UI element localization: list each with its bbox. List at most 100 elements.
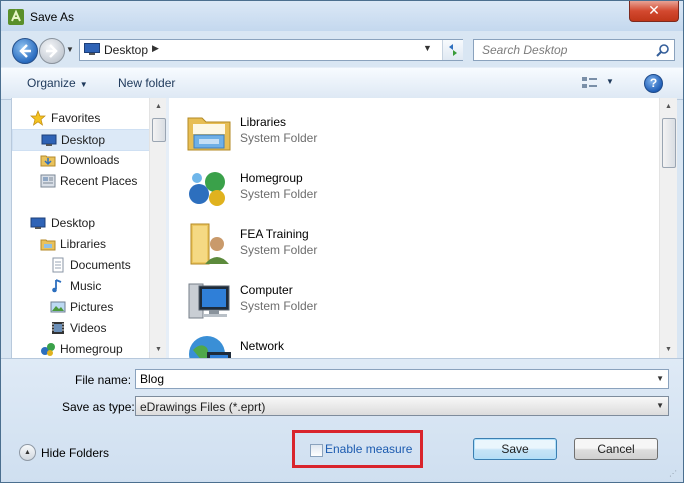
nav-item-label: Recent Places <box>60 174 138 188</box>
file-name-field[interactable]: ▼ <box>135 369 669 389</box>
computer-icon <box>188 283 230 319</box>
nav-item-homegroup[interactable]: Homegroup <box>12 339 150 358</box>
nav-item-favorites[interactable]: Favorites <box>12 108 150 128</box>
homegroup-icon <box>189 172 225 206</box>
scroll-up-icon[interactable]: ▲ <box>660 98 677 115</box>
cancel-button[interactable]: Cancel <box>574 438 658 460</box>
file-name: Homegroup <box>240 171 303 185</box>
file-type: System Folder <box>240 243 318 257</box>
nav-item-label: Videos <box>70 321 107 335</box>
address-location[interactable]: Desktop <box>104 43 148 57</box>
nav-item-videos[interactable]: Videos <box>12 318 150 338</box>
scroll-down-icon[interactable]: ▼ <box>660 341 677 358</box>
network-icon <box>189 336 231 358</box>
forward-button[interactable] <box>39 38 65 64</box>
organize-button[interactable]: Organize ▼ <box>27 76 88 90</box>
file-list-pane: Libraries System Folder Homegroup System… <box>169 98 659 358</box>
chevron-down-icon: ▼ <box>79 80 88 89</box>
file-item-libraries[interactable]: Libraries System Folder <box>185 106 485 158</box>
enable-measure-checkbox[interactable] <box>310 444 323 457</box>
scroll-up-icon[interactable]: ▲ <box>150 98 167 115</box>
help-icon[interactable]: ? <box>644 74 663 93</box>
enable-measure-label[interactable]: Enable measure <box>325 442 412 456</box>
desktop-icon <box>30 217 46 229</box>
file-type: System Folder <box>240 299 318 313</box>
new-folder-button[interactable]: New folder <box>118 76 175 90</box>
nav-item-documents[interactable]: Documents <box>12 255 150 275</box>
videos-icon <box>52 322 64 334</box>
forward-arrow-icon <box>46 44 58 58</box>
nav-item-music[interactable]: Music <box>12 276 150 296</box>
recent-places-icon <box>40 174 56 188</box>
libraries-folder-icon <box>187 117 231 151</box>
close-button[interactable]: ✕ <box>629 1 679 22</box>
file-name: FEA Training <box>240 227 309 241</box>
view-dropdown-icon[interactable]: ▼ <box>606 77 614 86</box>
scrollbar-thumb[interactable] <box>152 118 166 142</box>
file-item-computer[interactable]: Computer System Folder <box>185 274 485 326</box>
title-bar[interactable]: Save As ✕ <box>1 1 683 31</box>
desktop-icon <box>84 43 100 55</box>
chevron-up-icon: ▲ <box>19 444 36 461</box>
search-box[interactable] <box>473 39 675 61</box>
file-item-homegroup[interactable]: Homegroup System Folder <box>185 162 485 214</box>
file-type: System Folder <box>240 131 318 145</box>
address-dropdown-icon[interactable]: ▼ <box>423 43 432 53</box>
organize-label: Organize <box>27 76 76 90</box>
file-name: Libraries <box>240 115 287 129</box>
save-as-type-value: eDrawings Files (*.eprt) <box>140 400 266 414</box>
search-icon[interactable] <box>656 43 670 57</box>
chevron-down-icon: ▼ <box>656 401 664 410</box>
search-input[interactable] <box>474 40 665 60</box>
hide-folders-label: Hide Folders <box>41 446 110 460</box>
navigation-pane: Favorites Desktop Downloads Recent Place… <box>11 98 167 358</box>
nav-item-label: Libraries <box>60 237 107 251</box>
music-icon <box>52 279 62 293</box>
back-button[interactable] <box>12 38 38 64</box>
save-as-dialog: Save As ✕ ▼ Desktop ▶ ▼ Organize▼ <box>0 0 684 483</box>
refresh-button[interactable] <box>442 40 463 60</box>
file-name-label: File name: <box>75 373 132 387</box>
file-type: System Folder <box>240 187 318 201</box>
nav-item-label: Music <box>70 279 102 293</box>
nav-item-label: Favorites <box>51 111 101 125</box>
scroll-down-icon[interactable]: ▼ <box>150 341 167 358</box>
libraries-icon <box>40 239 56 251</box>
address-bar[interactable]: Desktop ▶ ▼ <box>79 39 463 61</box>
documents-icon <box>52 257 64 273</box>
save-as-type-select[interactable]: eDrawings Files (*.eprt) ▼ <box>135 396 669 416</box>
nav-item-label: Pictures <box>70 300 114 314</box>
file-name-input[interactable] <box>136 370 654 388</box>
view-options-icon[interactable] <box>581 75 599 91</box>
homegroup-icon <box>41 343 55 356</box>
recent-locations-dropdown-icon[interactable]: ▼ <box>66 45 76 55</box>
save-button[interactable]: Save <box>473 438 557 460</box>
nav-item-label: Desktop <box>61 133 106 147</box>
desktop-icon <box>41 134 57 146</box>
file-item-network[interactable]: Network <box>185 330 485 358</box>
scrollbar-thumb[interactable] <box>662 118 676 168</box>
file-list-scrollbar[interactable]: ▲ ▼ <box>659 98 677 358</box>
window-title: Save As <box>30 10 75 24</box>
nav-item-label: Homegroup <box>60 342 123 356</box>
file-name-dropdown-icon[interactable]: ▼ <box>656 374 664 383</box>
nav-item-label: Downloads <box>60 153 120 167</box>
nav-item-recent-places[interactable]: Recent Places <box>12 171 150 191</box>
edrawings-app-icon <box>8 9 24 25</box>
downloads-icon <box>40 155 56 167</box>
refresh-icon <box>449 44 457 56</box>
star-icon <box>30 110 46 126</box>
breadcrumb-arrow-icon[interactable]: ▶ <box>152 43 159 54</box>
nav-item-label: Documents <box>70 258 131 272</box>
nav-item-desktop[interactable]: Desktop <box>12 213 150 233</box>
nav-item-pictures[interactable]: Pictures <box>12 297 150 317</box>
save-as-type-label: Save as type: <box>62 400 135 414</box>
pictures-icon <box>50 301 66 313</box>
nav-item-desktop-favorite[interactable]: Desktop <box>12 129 150 151</box>
nav-item-libraries[interactable]: Libraries <box>12 234 150 254</box>
user-folder-icon <box>190 223 229 265</box>
nav-item-downloads[interactable]: Downloads <box>12 150 150 170</box>
file-item-fea-training[interactable]: FEA Training System Folder <box>185 218 485 270</box>
navigation-pane-scrollbar[interactable]: ▲ ▼ <box>149 98 167 358</box>
resize-grip-icon[interactable]: ⋰ <box>669 469 681 481</box>
